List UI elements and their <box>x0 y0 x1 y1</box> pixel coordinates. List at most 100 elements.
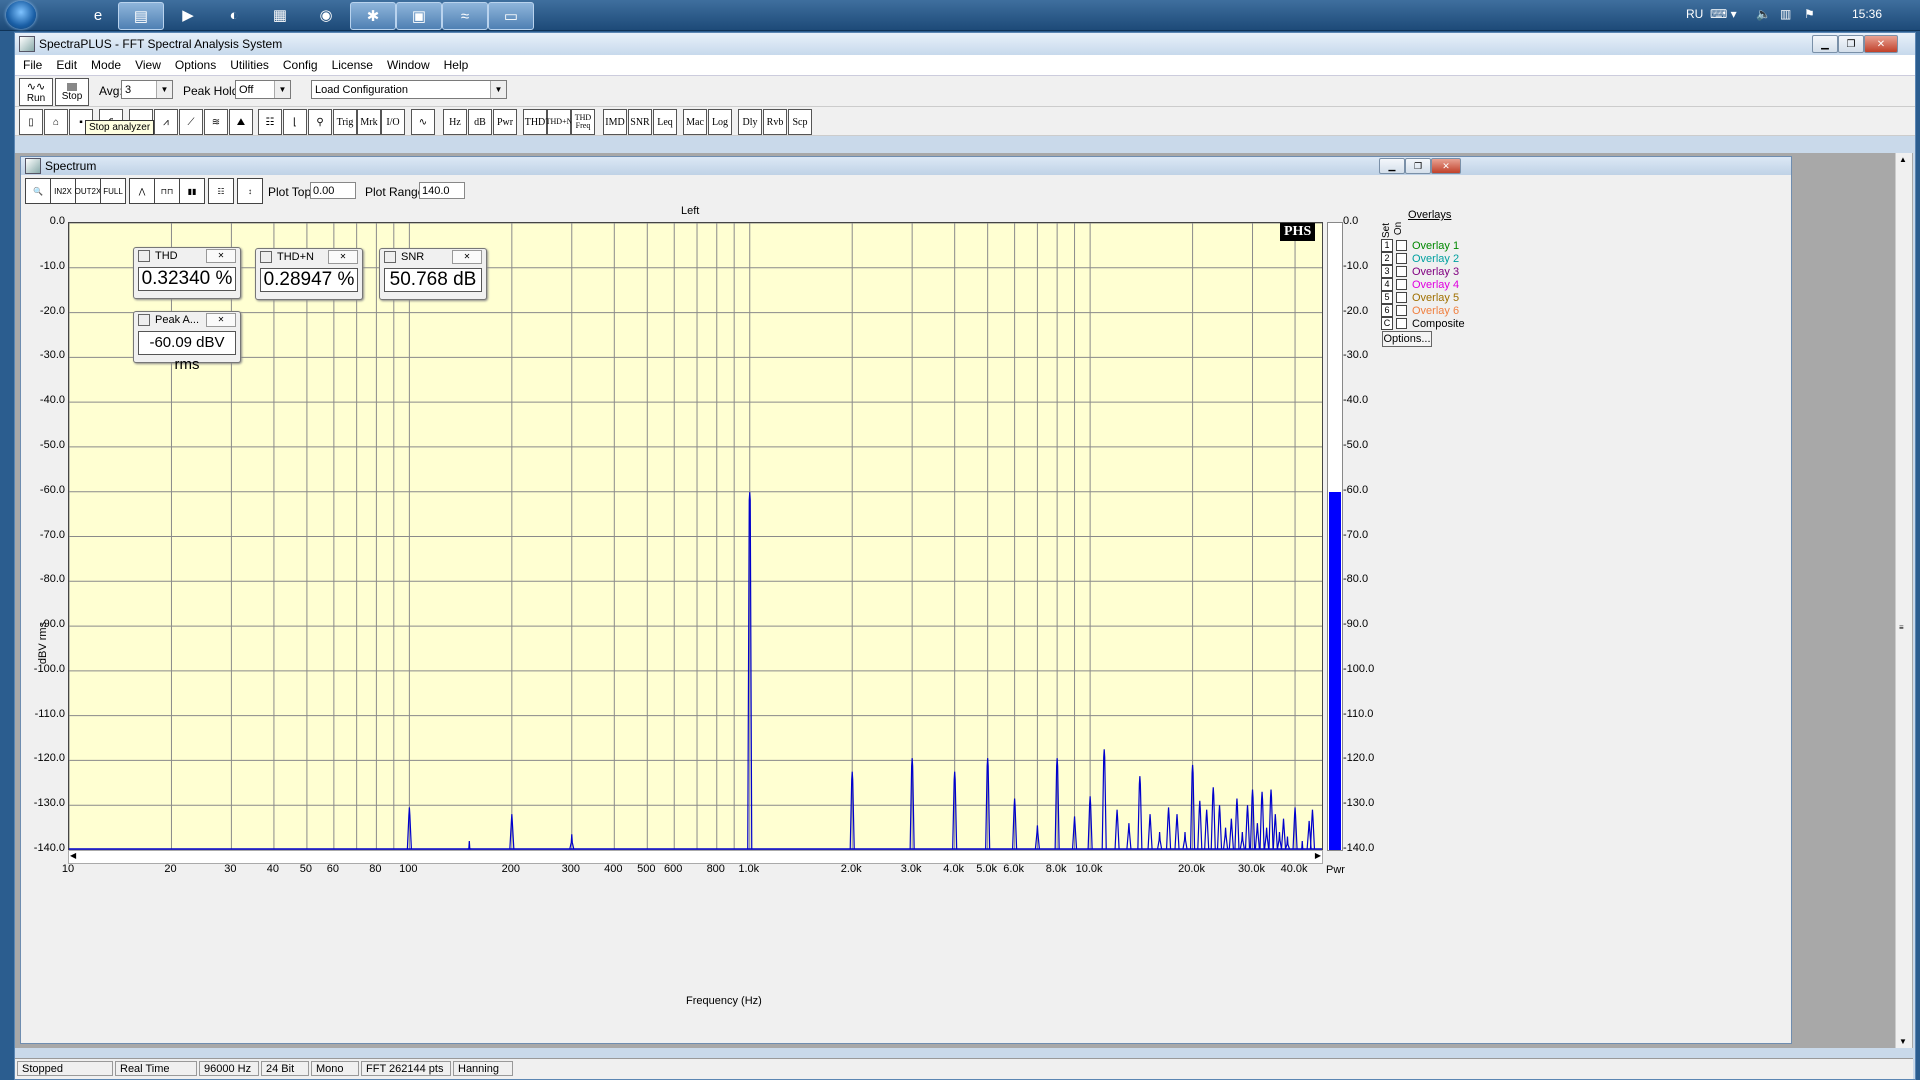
menu-edit[interactable]: Edit <box>56 58 77 72</box>
rvb-button[interactable]: Rvb <box>763 109 787 135</box>
zoom-icon[interactable]: 🔍 <box>25 178 51 204</box>
overlay-set-button[interactable]: 4 <box>1381 278 1393 291</box>
menu-license[interactable]: License <box>332 58 373 72</box>
hz-button[interactable]: Hz <box>443 109 467 135</box>
scroll-thumb-icon[interactable]: ≡ <box>1899 623 1904 632</box>
dly-button[interactable]: Dly <box>738 109 762 135</box>
zoom-full-icon[interactable]: FULL <box>100 178 126 204</box>
window-taskbar-icon[interactable]: ▭ <box>488 2 534 30</box>
menu-window[interactable]: Window <box>387 58 430 72</box>
overlay-checkbox[interactable] <box>1396 305 1407 316</box>
network-icon[interactable]: ▥ <box>1780 7 1791 21</box>
thd-meter[interactable]: THD ✕ 0.32340 % <box>133 247 241 299</box>
overlay-set-button[interactable]: C <box>1381 317 1393 330</box>
spectrogram-icon[interactable]: ≋ <box>204 109 228 135</box>
calculator-icon[interactable]: ▦ <box>258 2 302 28</box>
open-file-icon[interactable]: ⌂ <box>44 109 68 135</box>
scaling-icon[interactable]: ⌊ <box>283 109 307 135</box>
chevron-down-icon[interactable]: ▼ <box>156 81 172 98</box>
app-icon[interactable]: ◐ <box>212 2 256 28</box>
snr-meter[interactable]: SNR ✕ 50.768 dB <box>379 248 487 300</box>
maximize-button[interactable]: ❐ <box>1838 35 1864 53</box>
chrome-icon[interactable]: ◉ <box>304 2 348 28</box>
db-button[interactable]: dB <box>468 109 492 135</box>
overlay-set-button[interactable]: 1 <box>1381 239 1393 252</box>
line-plot-icon[interactable]: ⋀ <box>129 178 155 204</box>
snr-button[interactable]: SNR <box>628 109 652 135</box>
start-button[interactable] <box>6 1 36 29</box>
explorer-icon[interactable]: ▤ <box>118 2 164 30</box>
plot-range-input[interactable]: 140.0 <box>419 182 465 199</box>
close-button[interactable]: ✕ <box>1864 35 1898 53</box>
scroll-right-icon[interactable]: ▶ <box>1315 851 1321 860</box>
close-icon[interactable]: ✕ <box>452 250 482 264</box>
media-player-icon[interactable]: ▶ <box>166 2 210 28</box>
scp-button[interactable]: Scp <box>788 109 812 135</box>
clock[interactable]: 15:36 <box>1852 7 1882 21</box>
thdn-meter[interactable]: THD+N ✕ 0.28947 % <box>255 248 363 300</box>
overlay-row[interactable]: 5 Overlay 5 <box>1381 291 1459 304</box>
scroll-up-icon[interactable]: ▲ <box>1899 155 1907 164</box>
thd-freq-button[interactable]: THD Freq <box>571 109 595 135</box>
menu-mode[interactable]: Mode <box>91 58 121 72</box>
scroll-left-icon[interactable]: ◀ <box>70 851 76 860</box>
autoscale-icon[interactable]: ↕ <box>237 178 263 204</box>
menu-options[interactable]: Options <box>175 58 216 72</box>
time-series-icon[interactable]: ⟋ <box>179 109 203 135</box>
run-button[interactable]: ∿∿ Run <box>19 78 53 106</box>
imd-button[interactable]: IMD <box>603 109 627 135</box>
menu-help[interactable]: Help <box>444 58 469 72</box>
settings-icon[interactable]: ☷ <box>258 109 282 135</box>
configuration-select[interactable]: Load Configuration ▼ <box>311 80 507 99</box>
overlay-row[interactable]: 2 Overlay 2 <box>1381 252 1459 265</box>
peak-hold-select[interactable]: Off ▼ <box>235 80 291 99</box>
spectrum-mode-icon[interactable]: ⩘ <box>154 109 178 135</box>
signal-generator-icon[interactable]: ∿ <box>411 109 435 135</box>
menu-file[interactable]: File <box>23 58 42 72</box>
overlay-set-button[interactable]: 3 <box>1381 265 1393 278</box>
menu-view[interactable]: View <box>135 58 161 72</box>
thdn-button[interactable]: THD+N <box>546 109 572 135</box>
taskbar-app-icon[interactable]: ✱ <box>350 2 396 30</box>
overlay-set-button[interactable]: 6 <box>1381 304 1393 317</box>
mac-button[interactable]: Mac <box>683 109 707 135</box>
chevron-down-icon[interactable]: ▼ <box>274 81 290 98</box>
peak-amplitude-meter[interactable]: Peak A... ✕ -60.09 dBV rms <box>133 311 241 373</box>
close-icon[interactable]: ✕ <box>206 313 236 327</box>
trig-button[interactable]: Trig <box>333 109 357 135</box>
log-button[interactable]: Log <box>708 109 732 135</box>
volume-icon[interactable]: 🔈 <box>1756 7 1771 21</box>
overlay-checkbox[interactable] <box>1396 318 1407 329</box>
scroll-down-icon[interactable]: ▼ <box>1899 1037 1907 1046</box>
horizontal-scrollbar[interactable]: ◀ ▶ <box>68 850 1323 864</box>
overlay-set-button[interactable]: 5 <box>1381 291 1393 304</box>
chevron-down-icon[interactable]: ▼ <box>490 81 506 98</box>
thd-button[interactable]: THD <box>523 109 547 135</box>
overlay-checkbox[interactable] <box>1396 279 1407 290</box>
avg-select[interactable]: 3 ▼ <box>121 80 173 99</box>
menu-config[interactable]: Config <box>283 58 318 72</box>
overlay-set-button[interactable]: 2 <box>1381 252 1393 265</box>
weighting-icon[interactable]: ⚲ <box>308 109 332 135</box>
overlay-row[interactable]: 1 Overlay 1 <box>1381 239 1459 252</box>
overlay-row[interactable]: 3 Overlay 3 <box>1381 265 1459 278</box>
menu-utilities[interactable]: Utilities <box>230 58 269 72</box>
zoom-out-2x-icon[interactable]: OUT2X <box>75 178 101 204</box>
bar-plot-icon[interactable]: ▮▮ <box>179 178 205 204</box>
vertical-scrollbar[interactable]: ▲ ≡ ▼ <box>1895 153 1912 1048</box>
spectraplus-taskbar-icon[interactable]: ▣ <box>396 2 442 30</box>
overlay-checkbox[interactable] <box>1396 240 1407 251</box>
leq-button[interactable]: Leq <box>653 109 677 135</box>
wave-taskbar-icon[interactable]: ≈ <box>442 2 488 30</box>
mrk-button[interactable]: Mrk <box>357 109 381 135</box>
plot-top-input[interactable]: 0.00 <box>310 182 356 199</box>
minimize-button[interactable]: ▁ <box>1812 35 1838 53</box>
3d-surface-icon[interactable]: ⛰ <box>229 109 253 135</box>
close-icon[interactable]: ✕ <box>328 250 358 264</box>
zoom-in-2x-icon[interactable]: IN2X <box>50 178 76 204</box>
overlay-checkbox[interactable] <box>1396 292 1407 303</box>
language-indicator[interactable]: RU <box>1686 7 1703 21</box>
stop-button[interactable]: Stop <box>55 78 89 106</box>
tray-keyboard-icon[interactable]: ⌨ ▾ <box>1710 7 1737 21</box>
properties-icon[interactable]: ☷ <box>208 178 234 204</box>
